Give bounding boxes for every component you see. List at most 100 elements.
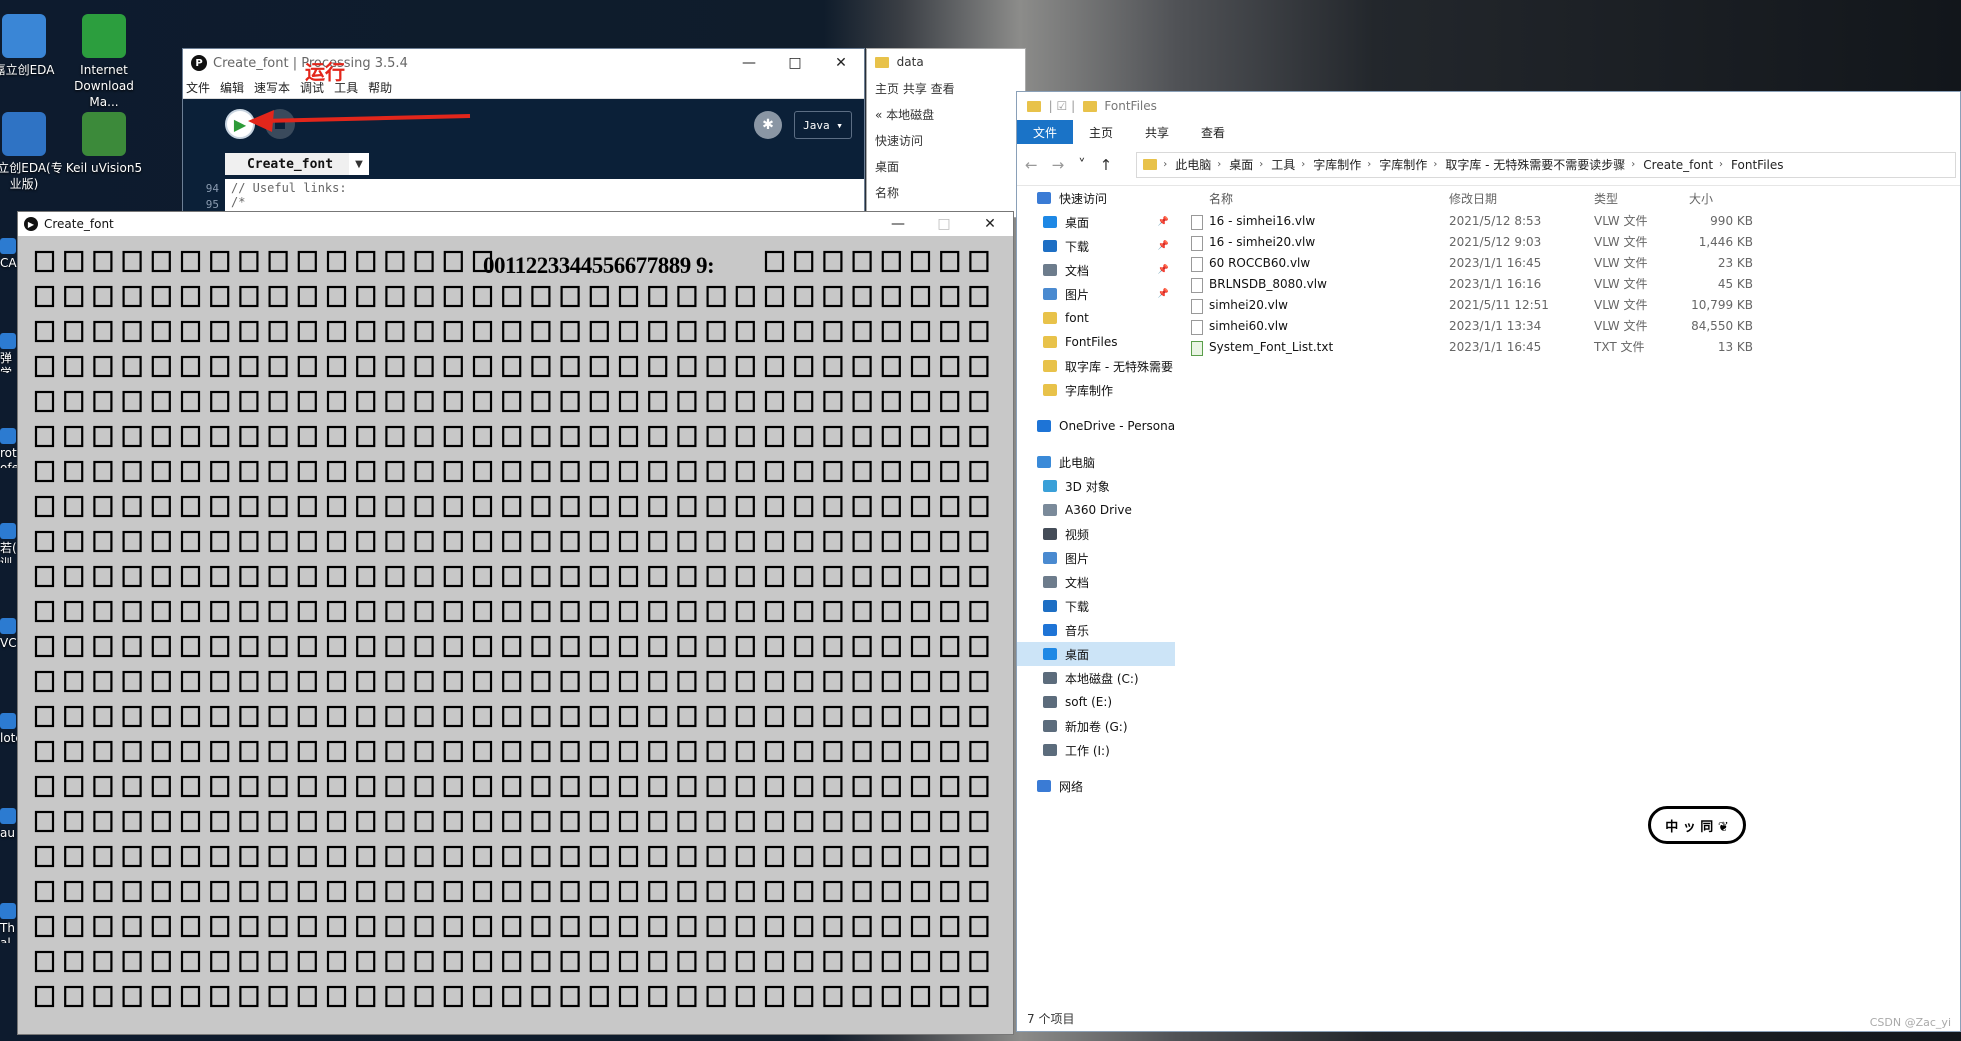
chevron-right-icon[interactable]: › xyxy=(1433,159,1437,170)
chevron-down-icon[interactable]: ˅ xyxy=(1078,156,1086,174)
nav-item[interactable]: 下载 xyxy=(1017,594,1175,618)
missing-glyph-box xyxy=(239,810,259,833)
missing-glyph-box xyxy=(93,775,113,798)
file-row[interactable]: 16 - simhei16.vlw 2021/5/12 8:53 VLW 文件 990… xyxy=(1187,210,1960,231)
ribbon-tab[interactable]: 文件 xyxy=(1017,120,1073,144)
missing-glyph-box xyxy=(531,950,551,973)
file-row[interactable]: simhei20.vlw 2021/5/11 12:51 VLW 文件 10,799 … xyxy=(1187,294,1960,315)
nav-item[interactable]: 取字库 - 无特殊需要 xyxy=(1017,354,1175,378)
ribbon-tab[interactable]: 主页 xyxy=(1073,120,1129,144)
nav-item[interactable]: 桌面 📌 xyxy=(1017,210,1175,234)
file-name-cell: simhei20.vlw xyxy=(1187,298,1449,314)
close-icon[interactable]: ✕ xyxy=(967,212,1013,236)
nav-item[interactable]: 工作 (I:) xyxy=(1017,738,1175,762)
nav-item[interactable]: 快速访问 xyxy=(1017,186,1175,210)
explorer-window-fontfiles[interactable]: | ☑ | FontFiles 文件 主页 共享 查看 ← → ˅ ↑ › 此电脑 › 桌面… xyxy=(1016,91,1961,1032)
breadcrumb[interactable]: › 此电脑 › 桌面 › 工具 › 字库制作 › 字库制作 › 取字库 - 无特殊需要不需要读步骤 › C… xyxy=(1136,151,1956,178)
file-row[interactable]: simhei60.vlw 2023/1/1 13:34 VLW 文件 84,550 K… xyxy=(1187,315,1960,336)
chevron-right-icon[interactable]: › xyxy=(1631,159,1635,170)
column-type[interactable]: 类型 xyxy=(1594,190,1689,207)
breadcrumb-item[interactable]: FontFiles xyxy=(1731,158,1783,172)
missing-glyph-box xyxy=(881,530,901,553)
missing-glyph-box xyxy=(764,565,785,588)
chevron-right-icon[interactable]: › xyxy=(1301,159,1305,170)
missing-glyph-box xyxy=(93,705,113,728)
column-date[interactable]: 修改日期 xyxy=(1449,190,1594,207)
nav-item[interactable]: 文档 📌 xyxy=(1017,258,1175,282)
missing-glyph-box xyxy=(706,670,726,693)
missing-glyph-box xyxy=(180,600,201,623)
file-size: 13 KB xyxy=(1717,339,1753,354)
missing-glyph-box xyxy=(93,880,113,903)
column-name[interactable]: 名称 xyxy=(1187,190,1449,207)
breadcrumb-item[interactable]: 此电脑 xyxy=(1175,156,1211,173)
breadcrumb-item[interactable]: 取字库 - 无特殊需要不需要读步骤 xyxy=(1445,156,1625,173)
missing-glyph-box xyxy=(648,845,668,868)
chevron-right-icon[interactable]: › xyxy=(1163,159,1167,170)
nav-item[interactable]: OneDrive - Persona xyxy=(1017,414,1175,438)
nav-item[interactable]: 视频 xyxy=(1017,522,1175,546)
file-row[interactable]: BRLNSDB_8080.vlw 2023/1/1 16:16 VLW 文件 45 K… xyxy=(1187,273,1960,294)
nav-item[interactable]: soft (E:) xyxy=(1017,690,1175,714)
file-row[interactable]: 16 - simhei20.vlw 2021/5/12 9:03 VLW 文件 1,4… xyxy=(1187,231,1960,252)
nav-item[interactable]: font xyxy=(1017,306,1175,330)
missing-glyph-box xyxy=(589,565,609,588)
breadcrumb-item[interactable]: 字库制作 xyxy=(1313,156,1361,173)
ribbon-tab[interactable]: 查看 xyxy=(1185,120,1241,144)
breadcrumb-item[interactable]: 字库制作 xyxy=(1379,156,1427,173)
missing-glyph-box xyxy=(297,670,317,693)
forward-icon[interactable]: → xyxy=(1052,156,1065,174)
nav-item[interactable]: 音乐 xyxy=(1017,618,1175,642)
sketch-window[interactable]: ▶ Create_font — □ ✕ 0011223344556677889 … xyxy=(17,211,1014,1035)
missing-glyph-box xyxy=(502,985,522,1008)
file-icon xyxy=(1191,277,1203,293)
missing-glyph-box xyxy=(472,880,493,903)
missing-glyph-box xyxy=(326,320,347,343)
nav-item[interactable]: 下载 📌 xyxy=(1017,234,1175,258)
missing-glyph-box xyxy=(706,320,726,343)
breadcrumb-item[interactable]: 桌面 xyxy=(1229,156,1253,173)
nav-item[interactable]: A360 Drive xyxy=(1017,498,1175,522)
breadcrumb-item[interactable]: 工具 xyxy=(1271,156,1295,173)
missing-glyph-box xyxy=(239,705,259,728)
nav-item[interactable]: 桌面 xyxy=(1017,642,1175,666)
chevron-right-icon[interactable]: › xyxy=(1217,159,1221,170)
sketch-title: Create_font xyxy=(44,217,114,231)
file-row[interactable]: 60 ROCCB60.vlw 2023/1/1 16:45 VLW 文件 23 KB xyxy=(1187,252,1960,273)
missing-glyph-box xyxy=(910,740,931,763)
missing-glyph-box xyxy=(443,285,463,308)
up-icon[interactable]: ↑ xyxy=(1100,156,1113,174)
missing-glyph-box xyxy=(852,285,872,308)
missing-glyph-box xyxy=(210,355,230,378)
missing-glyph-box xyxy=(64,950,84,973)
file-row[interactable]: System_Font_List.txt 2023/1/1 16:45 TXT 文件… xyxy=(1187,336,1960,357)
file-type: VLW 文件 xyxy=(1594,298,1648,312)
nav-item[interactable]: 图片 xyxy=(1017,546,1175,570)
nav-item[interactable]: FontFiles xyxy=(1017,330,1175,354)
nav-item[interactable]: 新加卷 (G:) xyxy=(1017,714,1175,738)
missing-glyph-box xyxy=(706,495,726,518)
chevron-right-icon[interactable]: › xyxy=(1367,159,1371,170)
missing-glyph-box xyxy=(93,285,113,308)
chevron-right-icon[interactable]: › xyxy=(1719,159,1723,170)
nav-item[interactable]: 文档 xyxy=(1017,570,1175,594)
nav-item[interactable]: 网络 xyxy=(1017,774,1175,798)
nav-item[interactable]: 字库制作 xyxy=(1017,378,1175,402)
ribbon-tab[interactable]: 共享 xyxy=(1129,120,1185,144)
breadcrumb-item[interactable]: Create_font xyxy=(1643,158,1713,172)
back-icon[interactable]: ← xyxy=(1025,156,1038,174)
missing-glyph-box xyxy=(268,530,288,553)
missing-glyph-box xyxy=(210,880,230,903)
nav-item[interactable]: 此电脑 xyxy=(1017,450,1175,474)
missing-glyph-box xyxy=(881,600,901,623)
nav-item[interactable]: 图片 📌 xyxy=(1017,282,1175,306)
missing-glyph-box xyxy=(735,740,755,763)
column-size[interactable]: 大小 xyxy=(1689,190,1753,207)
missing-glyph-box xyxy=(180,565,201,588)
nav-item[interactable]: 本地磁盘 (C:) xyxy=(1017,666,1175,690)
chevron-right-icon[interactable]: › xyxy=(1259,159,1263,170)
missing-glyph-box xyxy=(34,390,55,413)
nav-item[interactable]: 3D 对象 xyxy=(1017,474,1175,498)
missing-glyph-box xyxy=(706,565,726,588)
minimize-icon[interactable]: — xyxy=(875,212,921,236)
